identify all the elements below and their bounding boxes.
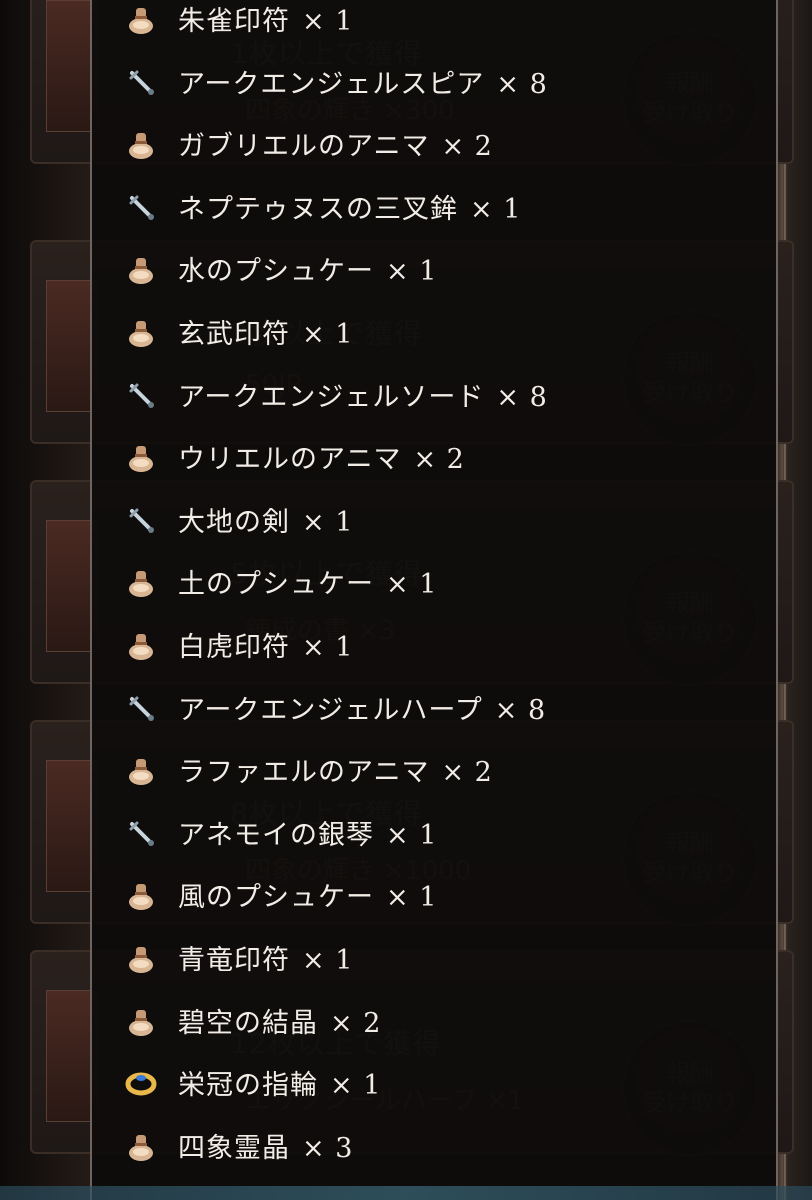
reward-item-label: アネモイの銀琴 × 1 xyxy=(178,813,437,852)
reward-item-label: 青竜印符 × 1 xyxy=(178,938,353,977)
reward-item-name: 白虎印符 xyxy=(178,632,290,663)
sword-icon xyxy=(124,378,158,412)
bag-icon xyxy=(124,315,158,349)
reward-item-label: 栄冠の指輪 × 1 xyxy=(178,1063,381,1102)
bag-icon xyxy=(124,941,158,975)
reward-item-quantity: × 1 xyxy=(302,6,354,37)
reward-item-label: アークエンジェルハープ × 8 xyxy=(178,688,546,727)
reward-list-item: 玄武印符 × 1 xyxy=(92,309,776,359)
screen: 1枚以上で獲得四象の輝き ×300報酬受け取り3枚以上で獲得50JP報酬受け取り… xyxy=(0,0,812,1200)
bag-icon xyxy=(124,628,158,662)
reward-list-item: ネプテゥヌスの三叉鉾 × 1 xyxy=(92,184,776,234)
reward-list-item: ウリエルのアニマ × 2 xyxy=(92,434,776,484)
reward-item-quantity: × 3 xyxy=(302,1133,354,1164)
reward-item-label: 白虎印符 × 1 xyxy=(178,625,353,664)
reward-item-name: ガブリエルのアニマ xyxy=(178,131,430,162)
reward-list-item: アークエンジェルハープ × 8 xyxy=(92,685,776,735)
reward-item-name: 風のプシュケー xyxy=(178,882,374,913)
reward-item-label: アークエンジェルソード × 8 xyxy=(178,375,548,414)
bag-icon xyxy=(124,252,158,286)
reward-item-quantity: × 2 xyxy=(413,444,465,475)
reward-list-item: 大地の剣 × 1 xyxy=(92,497,776,547)
reward-item-name: アークエンジェルハープ xyxy=(178,695,483,726)
reward-item-name: ネプテゥヌスの三叉鉾 xyxy=(178,194,458,225)
bag-icon xyxy=(124,2,158,36)
reward-item-label: 玄武印符 × 1 xyxy=(178,312,353,351)
reward-list-item: ガブリエルのアニマ × 2 xyxy=(92,121,776,171)
reward-item-quantity: × 1 xyxy=(302,507,354,538)
reward-list-item: 朱雀印符 × 1 xyxy=(92,0,776,46)
reward-item-quantity: × 2 xyxy=(441,131,493,162)
reward-item-label: 大地の剣 × 1 xyxy=(178,500,353,539)
bag-icon xyxy=(124,1129,158,1163)
reward-item-quantity: × 1 xyxy=(302,319,354,350)
reward-list-item: ラファエルのアニマ × 2 xyxy=(92,747,776,797)
reward-item-quantity: × 1 xyxy=(386,569,438,600)
reward-item-name: 四象霊晶 xyxy=(178,1133,290,1164)
reward-list-item: 土のプシュケー × 1 xyxy=(92,559,776,609)
reward-item-quantity: × 8 xyxy=(496,69,548,100)
reward-item-quantity: × 8 xyxy=(496,382,548,413)
reward-item-name: 栄冠の指輪 xyxy=(178,1070,318,1101)
reward-item-quantity: × 1 xyxy=(302,945,354,976)
reward-list-item: 碧空の結晶 × 2 xyxy=(92,998,776,1048)
sword-icon xyxy=(124,65,158,99)
reward-list-item: アークエンジェルソード × 8 xyxy=(92,372,776,422)
reward-item-label: アークエンジェルスピア × 8 xyxy=(178,62,548,101)
reward-item-quantity: × 8 xyxy=(494,695,547,726)
reward-item-quantity: × 1 xyxy=(386,882,438,913)
reward-item-name: 朱雀印符 xyxy=(178,6,290,37)
reward-item-label: ウリエルのアニマ × 2 xyxy=(178,437,465,476)
sword-icon xyxy=(124,816,158,850)
reward-item-label: 碧空の結晶 × 2 xyxy=(178,1001,381,1040)
reward-item-name: アークエンジェルスピア xyxy=(178,69,485,100)
reward-item-quantity: × 1 xyxy=(470,194,522,225)
reward-list-item: 白虎印符 × 1 xyxy=(92,622,776,672)
reward-item-name: 碧空の結晶 xyxy=(178,1008,318,1039)
reward-item-name: 玄武印符 xyxy=(178,319,290,350)
sword-icon xyxy=(124,190,158,224)
reward-item-name: アークエンジェルソード xyxy=(178,382,485,413)
ring-icon xyxy=(124,1066,158,1100)
reward-item-name: ラファエルのアニマ xyxy=(178,757,430,788)
bottom-edge-glow xyxy=(0,1186,812,1200)
bag-icon xyxy=(124,565,158,599)
reward-item-label: ガブリエルのアニマ × 2 xyxy=(178,124,493,163)
reward-list-item: 青竜印符 × 1 xyxy=(92,935,776,985)
bag-icon xyxy=(124,127,158,161)
reward-item-label: 水のプシュケー × 1 xyxy=(178,249,437,288)
reward-item-name: アネモイの銀琴 xyxy=(178,820,374,851)
reward-item-name: 水のプシュケー xyxy=(178,256,374,287)
sword-icon xyxy=(124,503,158,537)
reward-list-item: アークエンジェルスピア × 8 xyxy=(92,59,776,109)
reward-item-quantity: × 2 xyxy=(441,757,493,788)
reward-item-quantity: × 1 xyxy=(386,820,438,851)
reward-item-name: 青竜印符 xyxy=(178,945,290,976)
reward-list-item: 水のプシュケー × 1 xyxy=(92,246,776,296)
reward-item-name: ウリエルのアニマ xyxy=(178,444,402,475)
bag-icon xyxy=(124,753,158,787)
reward-item-name: 土のプシュケー xyxy=(178,569,374,600)
reward-list-item: アネモイの銀琴 × 1 xyxy=(92,810,776,860)
reward-item-label: 朱雀印符 × 1 xyxy=(178,0,353,38)
reward-list-panel[interactable]: 朱雀印符 × 1 アークエンジェルスピア × 8 ガブリエルのアニマ × 2 ネプテゥヌスの… xyxy=(90,0,778,1200)
reward-item-quantity: × 1 xyxy=(330,1070,382,1101)
reward-item-quantity: × 1 xyxy=(386,256,438,287)
reward-item-name: 大地の剣 xyxy=(178,507,290,538)
reward-item-quantity: × 2 xyxy=(330,1008,382,1039)
reward-item-label: ラファエルのアニマ × 2 xyxy=(178,750,493,789)
reward-list-item: 四象霊晶 × 3 xyxy=(92,1123,776,1173)
reward-item-label: 風のプシュケー × 1 xyxy=(178,875,437,914)
bag-icon xyxy=(124,440,158,474)
reward-item-label: 四象霊晶 × 3 xyxy=(178,1126,353,1165)
reward-item-label: ネプテゥヌスの三叉鉾 × 1 xyxy=(178,187,521,226)
reward-item-quantity: × 1 xyxy=(302,632,354,663)
bag-icon xyxy=(124,1004,158,1038)
reward-list-item: 栄冠の指輪 × 1 xyxy=(92,1060,776,1110)
sword-icon xyxy=(124,691,158,725)
reward-list-item: 風のプシュケー × 1 xyxy=(92,872,776,922)
bag-icon xyxy=(124,878,158,912)
reward-item-label: 土のプシュケー × 1 xyxy=(178,562,437,601)
